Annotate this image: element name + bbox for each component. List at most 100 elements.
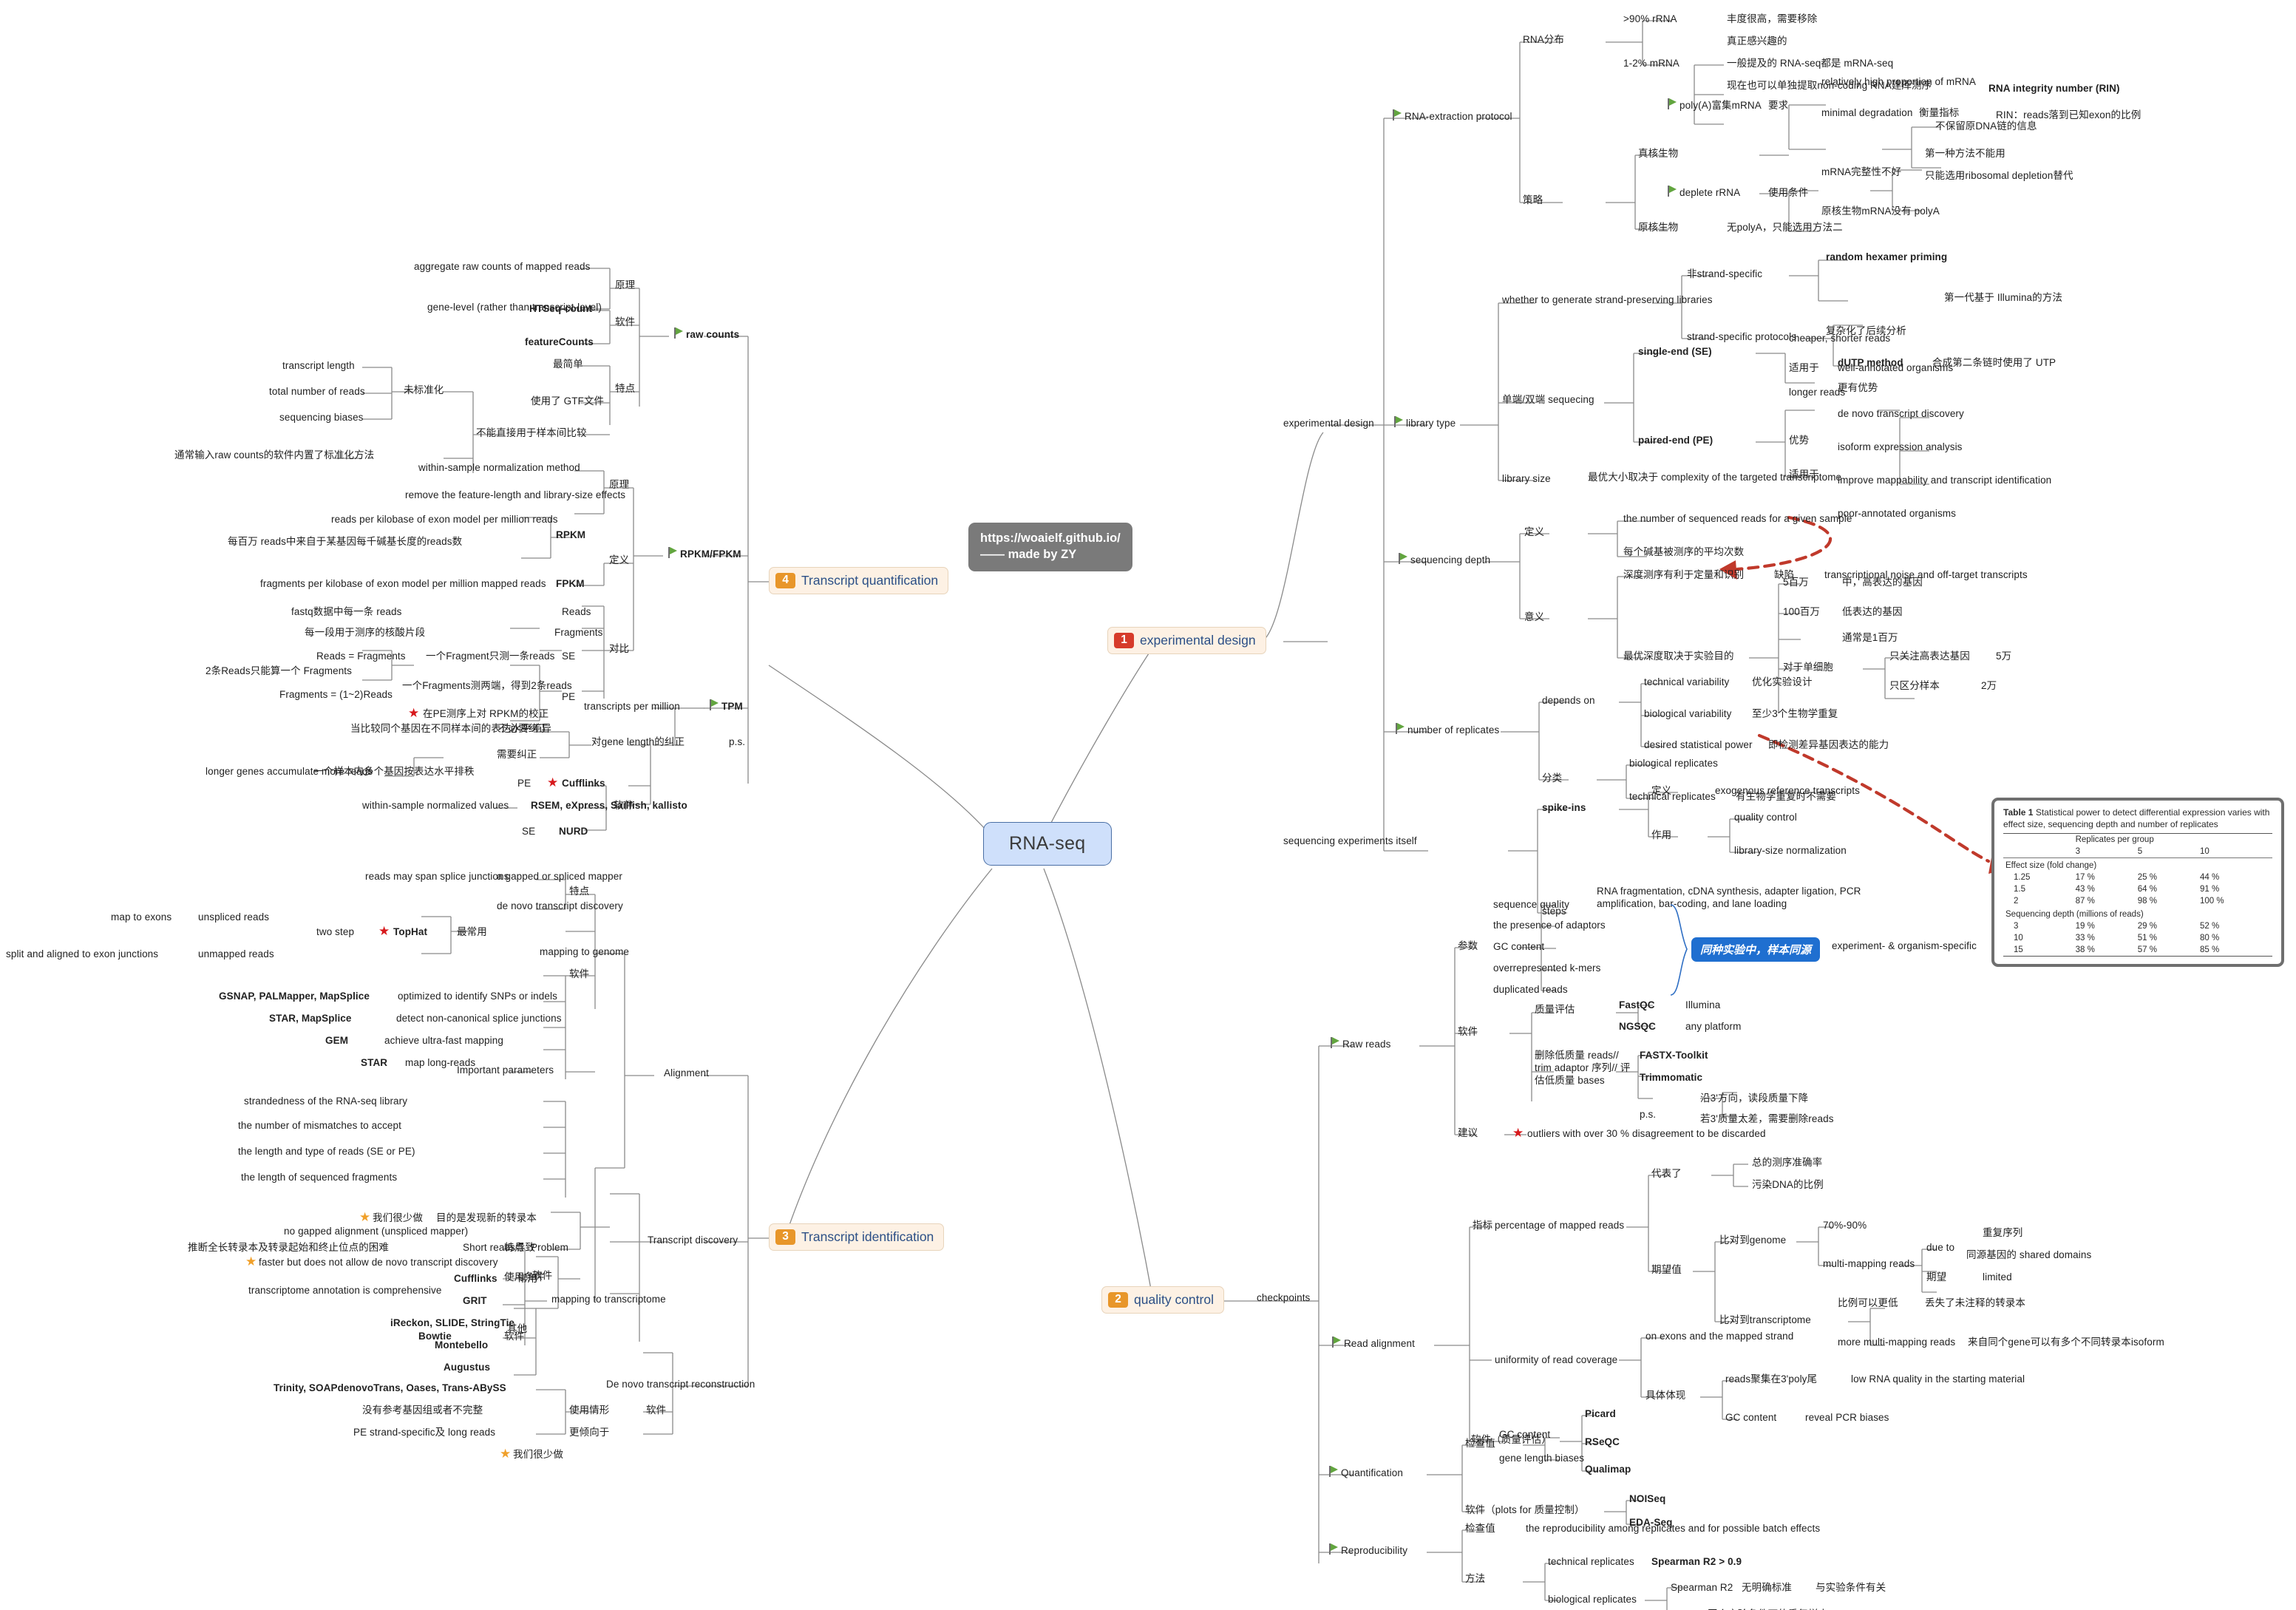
label-rna-extraction-protocol: RNA-extraction protocol	[1405, 111, 1512, 122]
credit-box: https://woaielf.github.io/ —— made by ZY	[968, 523, 1132, 571]
rawcounts-principle-1: aggregate raw counts of mapped reads	[414, 261, 591, 272]
table-row: 10 33 % 51 % 80 %	[2003, 932, 2272, 944]
label-spike-role: 作用	[1651, 829, 1672, 840]
note-pe-suitable: poor-annotated organisms	[1838, 508, 1956, 519]
note-gem: achieve ultra-fast mapping	[384, 1035, 503, 1046]
label-mapping-to-transcriptome: mapping to transcriptome	[551, 1294, 666, 1305]
note-star-mapsplice: detect non-canonical splice junctions	[396, 1013, 562, 1024]
label-depth-meaning: 意义	[1524, 611, 1545, 622]
tool-star: STAR	[361, 1057, 388, 1068]
root-node[interactable]: RNA-seq	[983, 822, 1112, 866]
label-map-transcriptome: 比对到transcriptome	[1719, 1314, 1811, 1325]
label-deplete-rrna: deplete rRNA	[1679, 187, 1741, 198]
tophat-step-val-2: unmapped reads	[198, 948, 274, 959]
optimal-val-2: 低表达的基因	[1842, 606, 1903, 617]
cell: 17 %	[2075, 873, 2095, 883]
star-icon: ★	[1512, 1126, 1524, 1140]
steps-text: RNA fragmentation, cDNA synthesis, adapt…	[1597, 886, 1861, 909]
flag-icon	[674, 327, 684, 339]
align-param-4: the length of sequenced fragments	[241, 1172, 398, 1183]
label-raw-software: 软件	[1458, 1026, 1478, 1037]
label-important-parameters: Important parameters	[457, 1064, 554, 1076]
bio-val-1: 无明确标准	[1742, 1582, 1792, 1593]
label-se-compare: SE	[562, 651, 576, 662]
cell: 51 %	[2137, 934, 2157, 943]
label-quantification: Quantification	[1341, 1467, 1403, 1478]
label-expected: 期望值	[1651, 1264, 1682, 1275]
tpm-tools: RSEM, eXpress, Sailfish, kallisto	[531, 800, 687, 811]
note-rrna: 丰度很高，需要移除	[1727, 13, 1818, 24]
label-two-step: two step	[316, 926, 355, 937]
tool-grit: GRIT	[463, 1295, 487, 1306]
label-rrna-pct: >90% rRNA	[1623, 13, 1677, 24]
main-branch-experimental-design[interactable]: 1 experimental design	[1107, 627, 1266, 654]
label-strand-specific: strand-specific protocols	[1687, 331, 1797, 342]
row-label: 15	[2003, 944, 2073, 957]
label-uniformity-detail: 具体体现	[1645, 1390, 1686, 1401]
label-represents: 代表了	[1651, 1168, 1682, 1179]
flag-icon	[1332, 1336, 1342, 1348]
table1-caption-text: Statistical power to detect differential…	[2003, 807, 2270, 829]
flag-icon	[1331, 1037, 1340, 1048]
label-de-novo: De novo transcript reconstruction	[606, 1379, 755, 1390]
main-branch-quality-control[interactable]: 2 quality control	[1101, 1286, 1224, 1314]
table1-card: Table 1 Statistical power to detect diff…	[1991, 798, 2284, 968]
label-number-of-replicates: number of replicates	[1407, 724, 1500, 736]
label-strand-preserving: whether to generate strand-preserving li…	[1502, 294, 1713, 305]
value-technical-spearman: Spearman R2 > 0.9	[1651, 1556, 1742, 1567]
depends-key-2: biological variability	[1644, 708, 1732, 719]
compare-val-1: Reads	[562, 606, 591, 617]
label-rpkm-definition: 定义	[609, 554, 630, 565]
cell: 19 %	[2075, 922, 2095, 931]
quant-check-1: GC content	[1499, 1429, 1551, 1440]
flag-icon	[710, 699, 719, 710]
cond-note-1: 第一种方法不能用	[1925, 148, 2005, 159]
row-label: 1.5	[2014, 885, 2025, 894]
quant-check-2: gene length biases	[1499, 1453, 1585, 1464]
table-row: 2 87 % 98 % 100 %	[2003, 895, 2272, 907]
compare-key-1: fastq数据中每一条 reads	[291, 606, 402, 617]
pe-equation: Fragments = (1~2)Reads	[279, 689, 393, 700]
label-sequencing-experiments: sequencing experiments itself	[1283, 835, 1417, 846]
uniformity-val-1: low RNA quality in the starting material	[1851, 1373, 2025, 1385]
star-icon: ★	[547, 775, 559, 789]
se-note: 一个Fragment只测一条reads	[426, 651, 555, 662]
note-se-suitable: well-annotated organisms	[1838, 362, 1954, 373]
label-single-cell: 对于单细胞	[1783, 662, 1833, 673]
genome-feature-note: reads may span splice junctions	[365, 871, 509, 882]
label-single-end: single-end (SE)	[1638, 346, 1712, 357]
note-prokaryote: 无polyA，只能选用方法二	[1727, 222, 1843, 233]
label-denovo-prefer: 更倾向于	[569, 1427, 610, 1438]
depth-def-2: 每个碱基被测序的平均次数	[1623, 546, 1745, 557]
depends-key-1: technical variability	[1644, 676, 1730, 687]
label-rna-distribution: RNA分布	[1523, 34, 1565, 45]
align-param-1: strandedness of the RNA-seq library	[244, 1096, 408, 1107]
label-trim: 删除低质量 reads// trim adaptor 序列// 评估低质量 ba…	[1535, 1050, 1631, 1086]
label-mapped-pct: percentage of mapped reads	[1495, 1220, 1625, 1231]
label-sequencing-mode: 单端/双端 sequecing	[1502, 394, 1594, 405]
table1-group-header: Replicates per group	[2073, 833, 2272, 846]
note-non-strand-2: 第一代基于 Illumina的方法	[1944, 292, 2062, 303]
bio-key-1: Spearman R2	[1671, 1582, 1733, 1593]
main-branch-transcript-quantification[interactable]: 4 Transcript quantification	[769, 567, 949, 594]
flag-icon	[1393, 109, 1402, 120]
star-icon: ★	[245, 1254, 257, 1268]
callout-pill: 同种实验中，样本同源	[1691, 937, 1821, 962]
denovo-tools: Trinity, SOAPdenovoTrans, Oases, Trans-A…	[274, 1382, 506, 1393]
star-icon: ★	[408, 706, 420, 720]
note-more-multimapping: 来自同个gene可以有多个不同转录本isoform	[1968, 1336, 2164, 1348]
depends-val-1: 优化实验设计	[1752, 676, 1813, 687]
note-library-size: 最优大小取决于 complexity of the targeted trans…	[1588, 472, 1842, 483]
label-quant-check: 检查值	[1465, 1438, 1495, 1449]
raw-param-3: GC content	[1493, 941, 1545, 952]
label-optimal-depth: 最优深度取决于实验目的	[1623, 651, 1734, 662]
tool-cufflinks: Cufflinks	[562, 778, 605, 789]
label-pe-tool: PE	[517, 778, 531, 789]
main-branch-transcript-identification[interactable]: 3 Transcript identification	[769, 1223, 945, 1251]
transcriptome-feature-2: faster but does not allow de novo transc…	[259, 1257, 498, 1268]
raw-param-4: overrepresented k-mers	[1493, 962, 1601, 974]
connector-lines	[333, 20, 2008, 1610]
note-within-sample-normalized: within-sample normalized values	[362, 800, 509, 811]
table1-section-depth: Sequencing depth (millions of reads)	[2005, 910, 2144, 920]
needcorrect-key: 需要纠正	[497, 749, 537, 760]
